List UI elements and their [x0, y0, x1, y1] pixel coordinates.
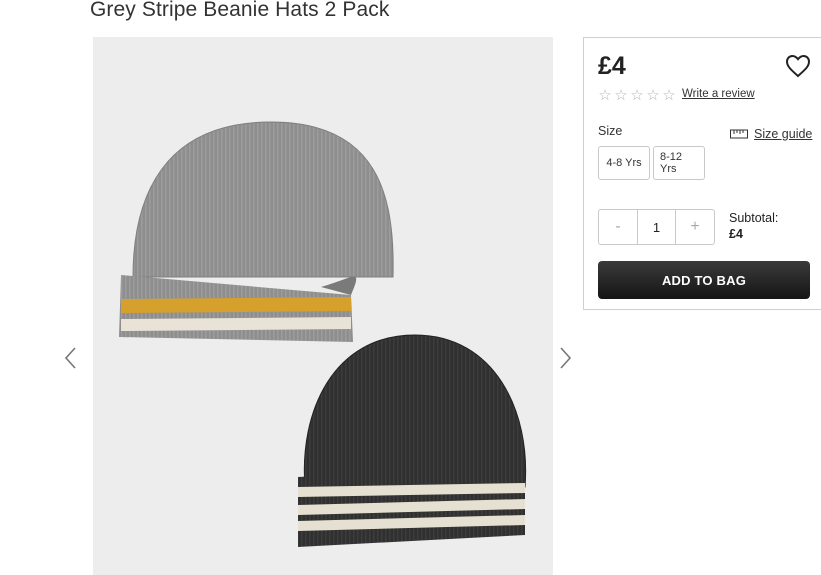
size-options: 4-8 Yrs 8-12 Yrs — [598, 146, 705, 180]
size-guide-label: Size guide — [754, 127, 813, 141]
size-guide-link[interactable]: Size guide — [730, 127, 812, 141]
add-to-bag-button[interactable]: ADD TO BAG — [598, 261, 810, 299]
page-title: Grey Stripe Beanie Hats 2 Pack — [90, 0, 390, 21]
wishlist-button[interactable] — [784, 53, 812, 79]
carousel-prev-button[interactable] — [60, 343, 82, 373]
ruler-icon — [730, 129, 748, 139]
size-option-4-8-yrs[interactable]: 4-8 Yrs — [598, 146, 650, 180]
star-icon: ☆ — [662, 87, 676, 104]
subtotal-label: Subtotal: — [729, 211, 779, 225]
beanie-hats-photo — [119, 121, 527, 547]
quantity-stepper: - 1 + — [598, 209, 715, 245]
star-icon: ☆ — [598, 87, 612, 104]
star-icon: ☆ — [614, 87, 628, 104]
quantity-increase-button[interactable]: + — [676, 210, 714, 244]
write-review-link[interactable]: Write a review — [682, 88, 755, 100]
buy-panel: £4 ☆ ☆ ☆ ☆ ☆ Write a review Size Size gu… — [583, 37, 821, 310]
quantity-input[interactable]: 1 — [637, 210, 676, 244]
star-icon: ☆ — [646, 87, 660, 104]
product-image[interactable] — [93, 37, 553, 575]
quantity-decrease-button[interactable]: - — [599, 210, 637, 244]
size-label: Size — [598, 124, 623, 138]
rating-stars: ☆ ☆ ☆ ☆ ☆ — [598, 88, 676, 104]
carousel-next-button[interactable] — [555, 343, 577, 373]
size-option-8-12-yrs[interactable]: 8-12 Yrs — [653, 146, 705, 180]
star-icon: ☆ — [630, 87, 644, 104]
heart-icon — [785, 54, 811, 78]
subtotal-value: £4 — [729, 227, 743, 241]
chevron-left-icon — [64, 347, 76, 369]
chevron-right-icon — [560, 347, 572, 369]
subtotal: Subtotal: £4 — [729, 210, 778, 242]
price: £4 — [598, 52, 626, 80]
